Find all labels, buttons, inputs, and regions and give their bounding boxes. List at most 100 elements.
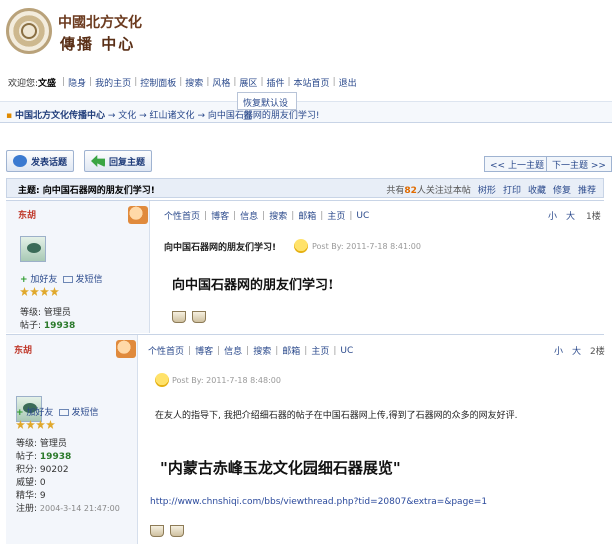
- user-level: 等级: 管理员: [20, 308, 71, 318]
- star-icon: [36, 420, 45, 429]
- topic-title: 主题: 向中国石器网的朋友们学习!: [18, 186, 155, 196]
- plus-icon: +: [20, 275, 28, 285]
- post-nav-profile[interactable]: 个性首页: [148, 344, 184, 357]
- tool-tree[interactable]: 树形: [478, 183, 496, 196]
- new-topic-button[interactable]: 发表话题: [6, 150, 75, 172]
- nav-logout[interactable]: 退出: [339, 76, 357, 89]
- send-message-link[interactable]: 发短信: [59, 405, 98, 418]
- breadcrumb-hongshan[interactable]: → 红山诸文化: [139, 111, 194, 121]
- user-points: 积分: 90202: [16, 465, 69, 475]
- post-1-nav: 个性首页 | 博客 | 信息 | 搜索 | 邮箱 | 主页 | UC: [164, 209, 370, 223]
- post-nav-home[interactable]: 主页: [327, 209, 345, 222]
- breadcrumb-culture[interactable]: → 文化: [108, 111, 136, 121]
- tea-cup-icon: [192, 311, 206, 323]
- post-nav-search[interactable]: 搜索: [269, 209, 287, 222]
- post-1-title: 向中国石器网的朋友们学习!: [164, 243, 277, 253]
- post-nav-mail[interactable]: 邮箱: [298, 209, 316, 222]
- post-nav-uc[interactable]: UC: [340, 346, 353, 356]
- site-logo: [6, 8, 52, 54]
- reply-topic-button[interactable]: 回复主题: [84, 150, 153, 172]
- font-small-button[interactable]: 小: [548, 209, 557, 222]
- add-friend-link[interactable]: + 加好友: [16, 405, 53, 418]
- welcome-text: 欢迎您:: [8, 78, 39, 89]
- post-2-text: 在友人的指导下, 我把介绍细石器的帖子在中国石器网上传,得到了石器网的众多的网友…: [155, 411, 518, 421]
- style-dropdown: 恢复默认设置: [237, 92, 297, 122]
- breadcrumb-current: → 向中国石器网的朋友们学习!: [197, 111, 320, 121]
- star-icon: [16, 420, 25, 429]
- user-level: 等级: 管理员: [16, 439, 67, 449]
- font-large-button[interactable]: 大: [566, 209, 575, 222]
- mail-icon: [59, 409, 70, 416]
- tea-cup-icon: [172, 311, 186, 323]
- floor-number: 1楼: [586, 212, 601, 222]
- nav-control-panel[interactable]: 控制面板: [140, 76, 176, 89]
- post-nav-mail[interactable]: 邮箱: [282, 344, 300, 357]
- breadcrumb-root[interactable]: 中国北方文化传播中心: [15, 111, 105, 121]
- user-face-icon: [116, 340, 136, 358]
- user-posts: 帖子: 19938: [16, 452, 72, 462]
- mail-icon: [63, 276, 74, 283]
- post-nav-profile[interactable]: 个性首页: [164, 209, 200, 222]
- add-friend-link[interactable]: + 加好友: [20, 272, 57, 285]
- nav-plugins[interactable]: 插件: [266, 76, 284, 89]
- star-icon: [20, 287, 29, 296]
- breadcrumb-marker: ▪: [6, 111, 13, 121]
- user-registered: 注册: 2004-3-14 21:47:00: [16, 504, 120, 514]
- reply-arrow-icon: [91, 155, 105, 167]
- star-icon: [26, 420, 35, 429]
- brand-title: 中國北方文化: [58, 15, 142, 31]
- post-2-heading: "内蒙古赤峰玉龙文化园细石器展览": [160, 459, 401, 477]
- post-nav-home[interactable]: 主页: [311, 344, 329, 357]
- post-nav-blog[interactable]: 博客: [211, 209, 229, 222]
- tea-cup-icon: [150, 525, 164, 537]
- tea-cup-icon: [170, 525, 184, 537]
- speech-bubble-icon: [13, 155, 27, 167]
- top-nav: 欢迎您: 文盛 | 隐身 | 我的主页 | 控制面板 | 搜索 | 风格 | 展区 | 插件 …: [8, 76, 357, 89]
- tool-repair[interactable]: 修复: [553, 183, 571, 196]
- nav-exhibit[interactable]: 展区: [239, 76, 257, 89]
- next-topic-button[interactable]: 下一主题 >>: [546, 156, 612, 172]
- plus-icon: +: [16, 408, 24, 418]
- post-2-nav: 个性首页 | 博客 | 信息 | 搜索 | 邮箱 | 主页 | UC: [148, 344, 354, 358]
- viewer-count: 共有82人关注过本帖: [386, 186, 471, 196]
- post-2-link[interactable]: http://www.chnshiqi.com/bbs/viewthread.p…: [150, 497, 487, 507]
- post-nav-info[interactable]: 信息: [240, 209, 258, 222]
- username[interactable]: 文盛: [38, 76, 56, 89]
- font-small-button[interactable]: 小: [554, 344, 563, 357]
- star-icon: [46, 420, 55, 429]
- nav-hide[interactable]: 隐身: [68, 76, 86, 89]
- post-nav-blog[interactable]: 博客: [195, 344, 213, 357]
- post-1-author[interactable]: 东胡: [18, 208, 36, 221]
- user-posts: 帖子: 19938: [20, 321, 76, 331]
- prev-topic-button[interactable]: << 上一主题: [484, 156, 550, 172]
- floor-number: 2楼: [590, 347, 605, 357]
- post-2-author[interactable]: 东胡: [14, 343, 32, 356]
- user-face-icon: [128, 206, 148, 224]
- rank-stars: [16, 420, 55, 429]
- star-icon: [40, 287, 49, 296]
- post-1-heading: 向中国石器网的朋友们学习!: [172, 278, 334, 293]
- smiley-icon: [294, 239, 308, 253]
- font-large-button[interactable]: 大: [572, 344, 581, 357]
- nav-my-home[interactable]: 我的主页: [95, 76, 131, 89]
- star-icon: [30, 287, 39, 296]
- brand-subtitle: 傳播 中心: [60, 35, 136, 53]
- smiley-icon: [155, 373, 169, 387]
- post-1-date: Post By: 2011-7-18 8:41:00: [312, 242, 421, 251]
- tool-print[interactable]: 打印: [503, 183, 521, 196]
- user-avatar[interactable]: [20, 236, 46, 262]
- topic-tools: 共有82人关注过本帖 树形 打印 收藏 修复 推荐: [386, 183, 596, 196]
- send-message-link[interactable]: 发短信: [63, 272, 102, 285]
- tool-favorite[interactable]: 收藏: [528, 183, 546, 196]
- user-prestige: 威望: 0: [16, 478, 46, 488]
- rank-stars: [20, 287, 59, 296]
- nav-style[interactable]: 风格: [212, 76, 230, 89]
- post-nav-search[interactable]: 搜索: [253, 344, 271, 357]
- post-2-date: Post By: 2011-7-18 8:48:00: [172, 376, 281, 385]
- nav-search[interactable]: 搜索: [185, 76, 203, 89]
- star-icon: [50, 287, 59, 296]
- post-nav-info[interactable]: 信息: [224, 344, 242, 357]
- nav-site-home[interactable]: 本站首页: [294, 76, 330, 89]
- tool-recommend[interactable]: 推荐: [578, 183, 596, 196]
- post-nav-uc[interactable]: UC: [356, 211, 369, 221]
